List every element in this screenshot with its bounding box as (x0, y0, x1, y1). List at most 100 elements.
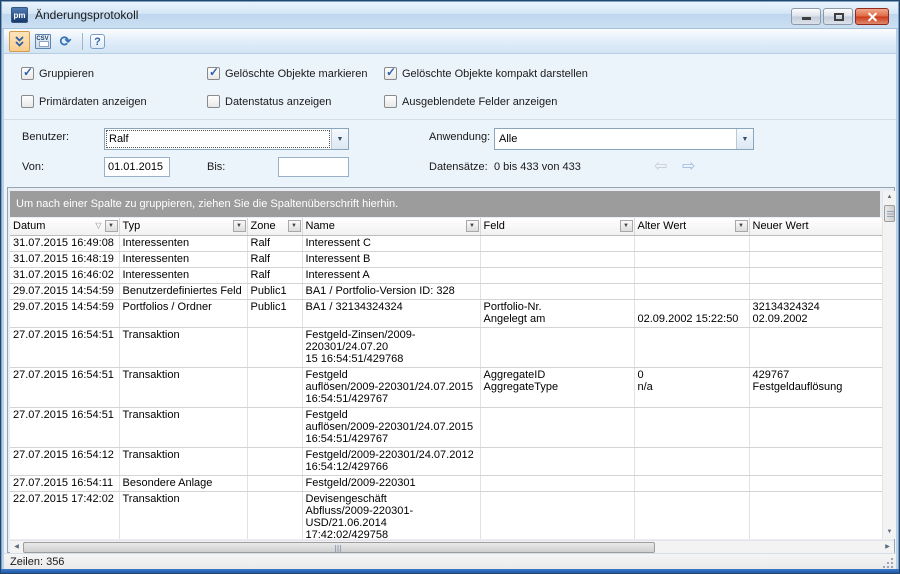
checkbox-datenstatus[interactable]: Datenstatus anzeigen (207, 95, 331, 108)
von-label: Von: (22, 161, 44, 173)
filter-dropdown-button[interactable]: ▼ (735, 220, 748, 232)
table-cell: Ralf (247, 235, 302, 251)
column-header[interactable]: Name▼ (302, 218, 480, 235)
anwendung-label: Anwendung: (429, 131, 490, 143)
checkbox-ausgeblendete-felder[interactable]: Ausgeblendete Felder anzeigen (384, 95, 557, 108)
column-header-label: Typ (123, 220, 141, 232)
filter-dropdown-button[interactable]: ▼ (288, 220, 301, 232)
table-cell (247, 491, 302, 539)
filter-dropdown-button[interactable]: ▼ (466, 220, 479, 232)
table-row[interactable]: 29.07.2015 14:54:59Portfolios / OrdnerPu… (10, 299, 882, 327)
benutzer-combobox[interactable]: Ralf ▼ (104, 128, 349, 150)
filter-dropdown-button[interactable]: ▼ (620, 220, 633, 232)
column-header[interactable]: Typ ▼ (119, 218, 247, 235)
change-log-table: Datum▽▼Typ▼Zone▼Name▼Feld▼Alter Wert▼Neu… (10, 218, 882, 539)
table-cell (480, 327, 634, 367)
table-row[interactable]: 27.07.2015 16:54:51TransaktionFestgeld a… (10, 367, 882, 407)
datensaetze-value: 0 bis 433 von 433 (494, 161, 581, 173)
column-header[interactable]: Datum▽▼ (10, 218, 119, 235)
table-row[interactable]: 31.07.2015 16:49:08InteressentenRalfInte… (10, 235, 882, 251)
close-button[interactable] (855, 8, 889, 25)
table-cell (480, 283, 634, 299)
table-cell: Public1 (247, 299, 302, 327)
column-header-label: Alter Wert (638, 220, 687, 232)
checkbox-icon (21, 67, 34, 80)
table-cell (247, 327, 302, 367)
filter-dropdown-button[interactable]: ▼ (105, 220, 118, 232)
toggle-panel-button[interactable] (9, 31, 30, 52)
checkbox-primaerdaten[interactable]: Primärdaten anzeigen (21, 95, 147, 108)
table-cell: 0 n/a (634, 367, 749, 407)
table-cell (480, 447, 634, 475)
refresh-button[interactable]: ⟳ (55, 31, 76, 52)
table-cell (480, 267, 634, 283)
column-header[interactable]: Neuer Wert (749, 218, 882, 235)
table-cell: 27.07.2015 16:54:51 (10, 327, 119, 367)
filter-dropdown-button[interactable]: ▼ (233, 220, 246, 232)
chevron-down-icon[interactable]: ▼ (736, 129, 753, 149)
table-cell: 29.07.2015 14:54:59 (10, 299, 119, 327)
table-row[interactable]: 27.07.2015 16:54:51TransaktionFestgeld a… (10, 407, 882, 447)
group-by-drop-zone[interactable]: Um nach einer Spalte zu gruppieren, zieh… (10, 191, 880, 217)
table-cell: Portfolio-Nr. Angelegt am (480, 299, 634, 327)
table-cell (247, 447, 302, 475)
chevron-down-icon[interactable]: ▼ (331, 129, 348, 149)
column-header[interactable]: Feld▼ (480, 218, 634, 235)
table-cell: 31.07.2015 16:48:19 (10, 251, 119, 267)
anwendung-combobox[interactable]: Alle ▼ (494, 128, 754, 150)
table-cell: Festgeld/2009-220301 (302, 475, 480, 491)
checkbox-label: Datenstatus anzeigen (225, 96, 331, 108)
horizontal-scrollbar-thumb[interactable] (23, 542, 655, 553)
help-button[interactable]: ? (87, 31, 108, 52)
export-csv-button[interactable]: CSV (32, 31, 53, 52)
table-cell (749, 491, 882, 539)
bis-date-input[interactable] (278, 157, 349, 177)
table-cell: 29.07.2015 14:54:59 (10, 283, 119, 299)
checkbox-gruppieren[interactable]: Gruppieren (21, 67, 94, 80)
column-header[interactable]: Alter Wert ▼ (634, 218, 749, 235)
checkbox-geloeschte-kompakt[interactable]: Gelöschte Objekte kompakt darstellen (384, 67, 588, 80)
table-row[interactable]: 27.07.2015 16:54:12TransaktionFestgeld/2… (10, 447, 882, 475)
status-bar: Zeilen: 356 (4, 553, 896, 571)
previous-page-arrow-icon[interactable]: ⇦ (654, 158, 667, 176)
benutzer-label: Benutzer: (22, 131, 69, 143)
table-cell: Ralf (247, 267, 302, 283)
table-cell (634, 447, 749, 475)
table-row[interactable]: 31.07.2015 16:46:02InteressentenRalfInte… (10, 267, 882, 283)
horizontal-scrollbar[interactable]: ◀ ▶ (10, 540, 894, 553)
scroll-up-arrow-icon[interactable]: ▲ (883, 191, 896, 204)
table-cell: Transaktion (119, 327, 247, 367)
table-cell: Interessenten (119, 235, 247, 251)
table-cell (634, 491, 749, 539)
table-cell: BA1 / Portfolio-Version ID: 328 (302, 283, 480, 299)
table-cell (749, 475, 882, 491)
vertical-scrollbar-thumb[interactable] (884, 205, 895, 222)
table-row[interactable]: 29.07.2015 14:54:59Benutzerdefiniertes F… (10, 283, 882, 299)
table-row[interactable]: 31.07.2015 16:48:19InteressentenRalfInte… (10, 251, 882, 267)
table-cell: 27.07.2015 16:54:12 (10, 447, 119, 475)
von-date-input[interactable] (104, 157, 170, 177)
minimize-button[interactable] (791, 8, 821, 25)
table-row[interactable]: 22.07.2015 17:42:02TransaktionDevisenges… (10, 491, 882, 539)
sort-indicator-icon: ▽ (95, 221, 101, 230)
filters-panel: Benutzer: Ralf ▼ Anwendung: Alle ▼ Von: … (4, 119, 896, 187)
checkbox-geloeschte-markieren[interactable]: Gelöschte Objekte markieren (207, 67, 367, 80)
table-cell (749, 283, 882, 299)
column-header[interactable]: Zone▼ (247, 218, 302, 235)
restore-button[interactable] (823, 8, 853, 25)
checkbox-icon (207, 95, 220, 108)
table-cell (480, 251, 634, 267)
scroll-down-arrow-icon[interactable]: ▼ (883, 526, 896, 539)
datensaetze-label: Datensätze: (429, 161, 488, 173)
resize-grip[interactable] (882, 557, 894, 569)
vertical-scrollbar[interactable]: ▲ ▼ (882, 191, 895, 539)
table-row[interactable]: 27.07.2015 16:54:51TransaktionFestgeld-Z… (10, 327, 882, 367)
next-page-arrow-icon[interactable]: ⇨ (682, 158, 695, 176)
table-cell (480, 407, 634, 447)
table-cell: Interessent C (302, 235, 480, 251)
table-cell (749, 407, 882, 447)
table-viewport: Datum▽▼Typ▼Zone▼Name▼Feld▼Alter Wert▼Neu… (10, 218, 882, 539)
table-cell: 32134324324 02.09.2002 (749, 299, 882, 327)
table-cell (634, 407, 749, 447)
table-row[interactable]: 27.07.2015 16:54:11Besondere AnlageFestg… (10, 475, 882, 491)
